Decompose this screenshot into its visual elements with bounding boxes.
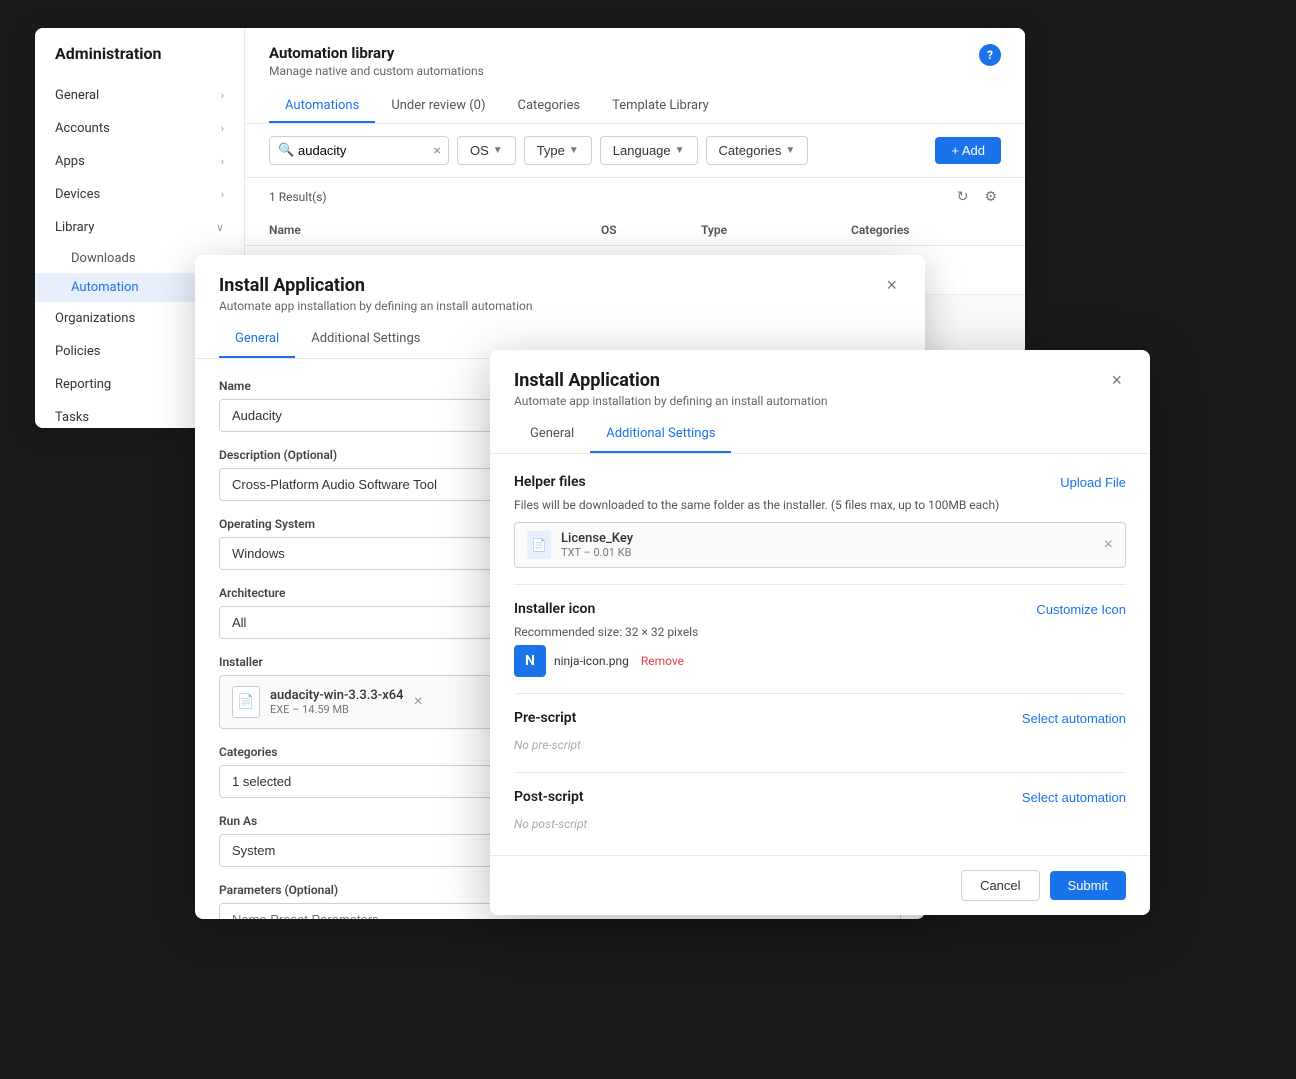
post-script-empty: No post-script bbox=[514, 813, 1126, 835]
helper-remove-button[interactable]: × bbox=[1104, 536, 1113, 554]
chevron-right-icon: › bbox=[221, 89, 224, 102]
modal2-close-button[interactable]: × bbox=[1107, 370, 1126, 391]
modal-subtitle: Automate app installation by defining an… bbox=[219, 299, 532, 313]
modal2-footer: Cancel Submit bbox=[490, 855, 1150, 915]
installer-icon-header: Installer icon Customize Icon bbox=[514, 601, 1126, 617]
clear-search-icon[interactable]: × bbox=[434, 143, 441, 159]
tab-template-library[interactable]: Template Library bbox=[596, 90, 725, 123]
modal-title: Install Application bbox=[219, 275, 532, 296]
add-button[interactable]: + Add bbox=[935, 137, 1001, 164]
settings-icon[interactable]: ⚙ bbox=[980, 186, 1001, 207]
page-subtitle: Manage native and custom automations bbox=[269, 64, 484, 78]
icon-preview-img: N bbox=[514, 645, 546, 677]
type-filter[interactable]: Type ▼ bbox=[524, 136, 592, 165]
caret-icon: ▼ bbox=[675, 145, 685, 156]
caret-icon: ▼ bbox=[569, 145, 579, 156]
icon-preview-name: ninja-icon.png bbox=[554, 654, 629, 668]
results-actions: ↻ ⚙ bbox=[953, 186, 1001, 207]
modal2-header: Install Application Automate app install… bbox=[490, 350, 1150, 416]
modal2-subtitle: Automate app installation by defining an… bbox=[514, 394, 827, 408]
search-icon: 🔍 bbox=[278, 143, 294, 158]
tab-automations[interactable]: Automations bbox=[269, 90, 375, 123]
search-input[interactable] bbox=[269, 136, 449, 165]
caret-icon: ▼ bbox=[785, 145, 795, 156]
tab-general[interactable]: General bbox=[219, 321, 295, 358]
modal2-title: Install Application bbox=[514, 370, 827, 391]
helper-files-header: Helper files Upload File bbox=[514, 474, 1126, 490]
col-categories: Categories bbox=[851, 223, 1001, 237]
tab2-general[interactable]: General bbox=[514, 416, 590, 453]
icon-preview: N ninja-icon.png Remove bbox=[514, 645, 1126, 677]
results-count: 1 Result(s) bbox=[269, 190, 327, 204]
caret-icon: ▼ bbox=[493, 145, 503, 156]
main-tabs: Automations Under review (0) Categories … bbox=[269, 90, 1001, 123]
select-pre-script-button[interactable]: Select automation bbox=[1022, 711, 1126, 726]
modal-header: Install Application Automate app install… bbox=[195, 255, 925, 321]
os-filter[interactable]: OS ▼ bbox=[457, 136, 516, 165]
customize-icon-button[interactable]: Customize Icon bbox=[1036, 602, 1126, 617]
divider-2 bbox=[514, 693, 1126, 694]
helper-file-name: License_Key bbox=[561, 531, 1094, 546]
tab-additional-settings[interactable]: Additional Settings bbox=[295, 321, 436, 358]
page-title: Automation library bbox=[269, 44, 484, 62]
sidebar-item-general[interactable]: General › bbox=[35, 79, 244, 112]
helper-file-size: TXT – 0.01 KB bbox=[561, 546, 1094, 559]
chevron-right-icon: › bbox=[221, 155, 224, 168]
tab2-additional-settings[interactable]: Additional Settings bbox=[590, 416, 731, 453]
cancel-button[interactable]: Cancel bbox=[961, 870, 1039, 901]
table-header: Name OS Type Categories bbox=[245, 215, 1025, 246]
categories-filter[interactable]: Categories ▼ bbox=[706, 136, 809, 165]
sidebar-item-library[interactable]: Library ∨ bbox=[35, 211, 244, 244]
close-button[interactable]: × bbox=[882, 275, 901, 296]
pre-script-title: Pre-script bbox=[514, 710, 576, 726]
refresh-icon[interactable]: ↻ bbox=[953, 186, 973, 207]
divider-1 bbox=[514, 584, 1126, 585]
icon-remove-link[interactable]: Remove bbox=[641, 654, 684, 668]
file-info: audacity-win-3.3.3-x64 EXE – 14.59 MB bbox=[270, 688, 404, 716]
col-name: Name bbox=[269, 223, 601, 237]
pre-script-empty: No pre-script bbox=[514, 734, 1126, 756]
results-bar: 1 Result(s) ↻ ⚙ bbox=[245, 178, 1025, 215]
chevron-right-icon: › bbox=[221, 188, 224, 201]
col-os: OS bbox=[601, 223, 701, 237]
col-type: Type bbox=[701, 223, 851, 237]
upload-file-button[interactable]: Upload File bbox=[1060, 475, 1126, 490]
file-size: EXE – 14.59 MB bbox=[270, 703, 404, 716]
language-filter[interactable]: Language ▼ bbox=[600, 136, 698, 165]
submit-button[interactable]: Submit bbox=[1050, 871, 1126, 900]
filter-bar: 🔍 × OS ▼ Type ▼ Language ▼ Categories ▼ … bbox=[245, 124, 1025, 178]
sidebar-item-accounts[interactable]: Accounts › bbox=[35, 112, 244, 145]
help-icon[interactable]: ? bbox=[979, 44, 1001, 66]
post-script-header: Post-script Select automation bbox=[514, 789, 1126, 805]
modal2-tabs: General Additional Settings bbox=[490, 416, 1150, 454]
remove-file-button[interactable]: × bbox=[414, 693, 423, 711]
helper-file-info: License_Key TXT – 0.01 KB bbox=[561, 531, 1094, 559]
helper-file-icon: 📄 bbox=[527, 531, 551, 559]
tab-categories[interactable]: Categories bbox=[502, 90, 597, 123]
tab-under-review[interactable]: Under review (0) bbox=[375, 90, 501, 123]
installer-icon-title: Installer icon bbox=[514, 601, 595, 617]
modal-title-block: Install Application Automate app install… bbox=[219, 275, 532, 313]
search-wrapper: 🔍 × bbox=[269, 136, 449, 165]
file-name: audacity-win-3.3.3-x64 bbox=[270, 688, 404, 703]
chevron-down-icon: ∨ bbox=[216, 221, 224, 234]
divider-3 bbox=[514, 772, 1126, 773]
helper-files-desc: Files will be downloaded to the same fol… bbox=[514, 498, 1126, 512]
modal2-title-block: Install Application Automate app install… bbox=[514, 370, 827, 408]
helper-file-item: 📄 License_Key TXT – 0.01 KB × bbox=[514, 522, 1126, 568]
chevron-right-icon: › bbox=[221, 122, 224, 135]
admin-title: Administration bbox=[35, 44, 244, 79]
modal-additional-settings: Install Application Automate app install… bbox=[490, 350, 1150, 915]
file-icon: 📄 bbox=[232, 686, 260, 718]
sidebar-item-devices[interactable]: Devices › bbox=[35, 178, 244, 211]
select-post-script-button[interactable]: Select automation bbox=[1022, 790, 1126, 805]
pre-script-header: Pre-script Select automation bbox=[514, 710, 1126, 726]
helper-files-title: Helper files bbox=[514, 474, 586, 490]
modal2-body: Helper files Upload File Files will be d… bbox=[490, 454, 1150, 855]
sidebar-item-apps[interactable]: Apps › bbox=[35, 145, 244, 178]
icon-size-hint: Recommended size: 32 × 32 pixels bbox=[514, 625, 1126, 639]
main-header: Automation library Manage native and cus… bbox=[245, 28, 1025, 124]
post-script-title: Post-script bbox=[514, 789, 584, 805]
